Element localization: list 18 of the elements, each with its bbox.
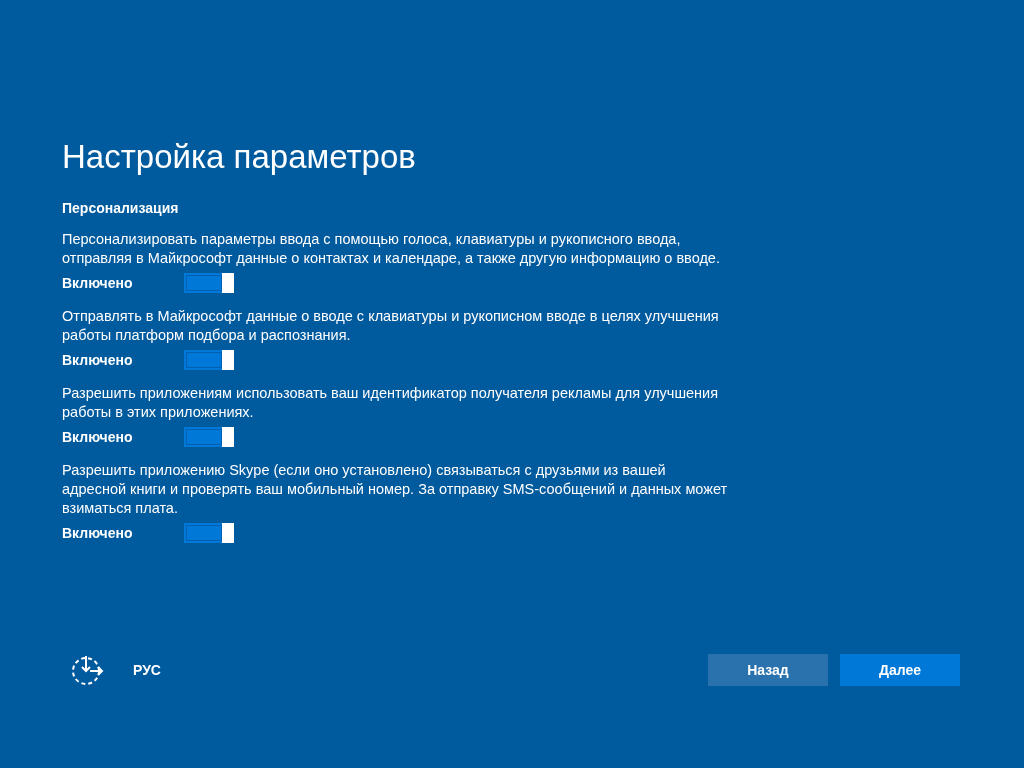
toggle-switch[interactable] — [184, 427, 234, 447]
setting-description: Разрешить приложениям использовать ваш идентификатор получателя рекламы для улучшения работы в этих приложениях. — [62, 384, 720, 422]
toggle-switch[interactable] — [184, 273, 234, 293]
toggle-state-label: Включено — [62, 352, 134, 368]
section-heading: Персонализация — [62, 200, 180, 216]
setting-description: Персонализировать параметры ввода с помощью голоса, клавиатуры и рукописного ввода, отправляя в Майкрософт данные о контактах и календаре, а также другую информацию о вводе. — [62, 230, 721, 268]
page-title: Настройка параметров — [62, 138, 417, 176]
toggle-state-label: Включено — [62, 525, 134, 541]
toggle-state-label: Включено — [62, 275, 134, 291]
accessibility-icon[interactable] — [70, 654, 104, 686]
toggle-switch[interactable] — [184, 350, 234, 370]
back-button[interactable]: Назад — [708, 654, 828, 686]
next-button[interactable]: Далее — [840, 654, 960, 686]
language-indicator[interactable]: РУС — [133, 662, 161, 678]
toggle-state-label: Включено — [62, 429, 134, 445]
setting-description: Отправлять в Майкрософт данные о вводе с клавиатуры и рукописном вводе в целях улучшения работы платформ подбора и распознания. — [62, 307, 720, 345]
setting-description: Разрешить приложению Skype (если оно установлено) связываться с друзьями из вашей адресной книги и проверять ваш мобильный номер. За отправку SMS-сообщений и данных может взиматься плата. — [62, 461, 729, 518]
toggle-switch[interactable] — [184, 523, 234, 543]
